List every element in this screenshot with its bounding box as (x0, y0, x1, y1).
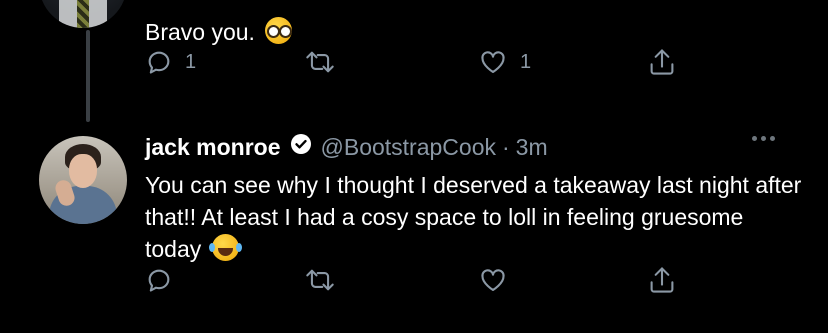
retweet-button[interactable] (305, 48, 347, 76)
heart-icon (481, 269, 505, 291)
tweet-text-content: You can see why I thought I deserved a t… (145, 172, 802, 262)
tweet-text: You can see why I thought I deserved a t… (145, 169, 805, 265)
like-count: 1 (520, 50, 532, 73)
share-button[interactable] (648, 47, 676, 77)
share-icon (650, 267, 674, 293)
reply-button[interactable]: 1 (145, 48, 196, 76)
share-button[interactable] (648, 265, 676, 295)
display-name[interactable]: jack monroe (145, 134, 281, 161)
more-icon[interactable] (752, 136, 775, 141)
reply-icon (148, 51, 170, 74)
retweet-button[interactable] (305, 266, 347, 294)
tweet-text: Bravo you. (145, 16, 293, 48)
retweet-icon (306, 51, 334, 73)
retweet-icon (306, 269, 334, 291)
reply-icon (148, 269, 170, 292)
more-dot (761, 136, 766, 141)
separator-dot: · (502, 133, 510, 160)
like-button[interactable]: 1 (478, 48, 531, 76)
tweet-text-content: Bravo you. (145, 19, 255, 45)
heart-icon (481, 51, 505, 73)
reply-count: 1 (185, 50, 197, 73)
like-button[interactable] (478, 266, 520, 294)
reply-button[interactable] (145, 266, 185, 294)
tears-of-joy-emoji-icon (208, 234, 239, 261)
avatar[interactable] (39, 136, 127, 224)
user-handle[interactable]: @BootstrapCook (321, 134, 497, 161)
verified-badge-icon (289, 132, 313, 162)
avatar[interactable] (39, 0, 127, 28)
more-dot (770, 136, 775, 141)
more-dot (752, 136, 757, 141)
tweet-header: jack monroe @BootstrapCook · 3m (145, 130, 548, 164)
avatar-tie (77, 0, 89, 28)
share-icon (650, 49, 674, 75)
timestamp[interactable]: 3m (516, 134, 548, 161)
nerd-face-emoji-icon (265, 17, 293, 44)
thread-connector-line (86, 30, 90, 122)
avatar-face (69, 154, 97, 188)
